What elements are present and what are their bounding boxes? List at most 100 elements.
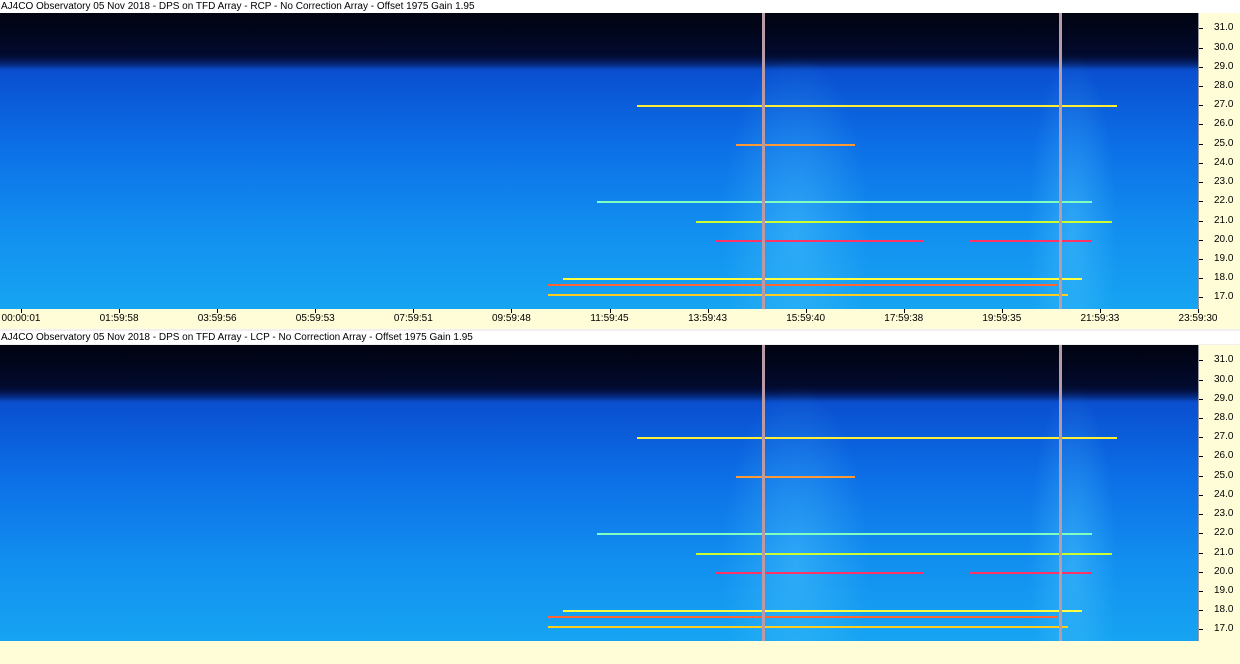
freq-tick-label: 26.0 [1214, 450, 1234, 462]
emission-line [547, 293, 1068, 296]
freq-tick [1199, 629, 1203, 631]
freq-tick [1199, 494, 1203, 496]
freq-tick-label: 25.0 [1214, 469, 1234, 481]
freq-tick [1199, 610, 1203, 612]
freq-tick [1199, 220, 1203, 222]
freq-tick [1199, 514, 1203, 516]
freq-tick-label: 30.0 [1214, 373, 1234, 385]
emission-line [562, 278, 1083, 281]
panel-title-rcp: AJ4CO Observatory 05 Nov 2018 - DPS on T… [0, 0, 1240, 13]
freq-tick-label: 24.0 [1214, 156, 1234, 168]
freq-tick-label: 23.0 [1214, 176, 1234, 188]
freq-tick-label: 27.0 [1214, 99, 1234, 111]
freq-tick-label: 20.0 [1214, 233, 1234, 245]
freq-tick-label: 18.0 [1214, 604, 1234, 616]
time-marker-line [762, 345, 766, 641]
freq-tick [1199, 437, 1203, 439]
spectrogram-lcp [0, 345, 1198, 641]
emission-line [547, 625, 1068, 628]
freq-tick [1199, 66, 1203, 68]
time-tick-label: 13:59:43 [688, 313, 728, 324]
freq-tick [1199, 475, 1203, 477]
time-tick-label: 05:59:53 [295, 313, 335, 324]
freq-tick-label: 19.0 [1214, 253, 1234, 265]
panel-title-lcp: AJ4CO Observatory 05 Nov 2018 - DPS on T… [0, 331, 1240, 344]
freq-tick [1199, 201, 1203, 203]
emission-line [547, 284, 1058, 286]
freq-tick-label: 17.0 [1214, 623, 1234, 635]
emission-line [636, 437, 1118, 440]
freq-tick [1199, 259, 1203, 261]
emission-line [597, 533, 1093, 536]
freq-tick-label: 21.0 [1214, 546, 1234, 558]
freq-tick [1199, 143, 1203, 145]
freq-tick [1199, 239, 1203, 241]
time-marker-line [1059, 13, 1063, 309]
ionosphere-dark-band [0, 345, 1198, 401]
freq-tick [1199, 182, 1203, 184]
time-tick-label: 01:59:58 [99, 313, 139, 324]
time-tick-label: 23:59:30 [1178, 313, 1218, 324]
freq-tick-label: 21.0 [1214, 214, 1234, 226]
spectrogram-rcp [0, 13, 1198, 309]
freq-tick-label: 27.0 [1214, 431, 1234, 443]
freq-tick [1199, 552, 1203, 554]
time-tick-label: 07:59:51 [393, 313, 433, 324]
time-tick-label: 15:59:40 [786, 313, 826, 324]
activity-region [720, 53, 870, 309]
frequency-axis-rcp: 31.0 30.0 29.0 28.0 27.0 26.0 25.0 24.0 23.0 22.0… [1198, 13, 1240, 309]
freq-tick [1199, 105, 1203, 107]
freq-tick-label: 30.0 [1214, 41, 1234, 53]
freq-tick-label: 26.0 [1214, 118, 1234, 130]
time-tick-label: 00:00:01 [1, 313, 41, 324]
freq-tick [1199, 86, 1203, 88]
freq-tick-label: 23.0 [1214, 508, 1234, 520]
freq-tick-label: 22.0 [1214, 195, 1234, 207]
freq-tick [1199, 162, 1203, 164]
time-tick-label: 11:59:45 [590, 313, 629, 324]
emission-line [636, 105, 1118, 108]
freq-tick-label: 31.0 [1214, 354, 1234, 366]
freq-tick-label: 28.0 [1214, 80, 1234, 92]
freq-tick [1199, 418, 1203, 420]
emission-line [716, 571, 924, 574]
time-tick-label: 19:59:35 [982, 313, 1022, 324]
freq-tick-label: 31.0 [1214, 22, 1234, 34]
activity-region [720, 385, 870, 641]
freq-tick [1199, 379, 1203, 381]
freq-tick-label: 29.0 [1214, 60, 1234, 72]
emission-line [735, 143, 855, 146]
ionosphere-dark-band [0, 13, 1198, 69]
freq-tick [1199, 47, 1203, 49]
time-marker-line [1059, 345, 1063, 641]
emission-line [562, 610, 1083, 613]
freq-tick-label: 19.0 [1214, 585, 1234, 597]
freq-tick [1199, 591, 1203, 593]
freq-tick-label: 28.0 [1214, 412, 1234, 424]
freq-tick [1199, 533, 1203, 535]
emission-line [735, 475, 855, 478]
activity-region [1028, 385, 1118, 641]
frequency-axis-lcp: 31.0 30.0 29.0 28.0 27.0 26.0 25.0 24.0 23.0 22.0… [1198, 345, 1240, 641]
activity-region [1028, 53, 1118, 309]
freq-tick-label: 24.0 [1214, 488, 1234, 500]
emission-line [696, 552, 1113, 555]
time-tick-label: 09:59:48 [491, 313, 531, 324]
emission-line [716, 239, 924, 242]
freq-tick [1199, 28, 1203, 30]
freq-tick [1199, 398, 1203, 400]
freq-tick [1199, 571, 1203, 573]
freq-tick-label: 20.0 [1214, 565, 1234, 577]
emission-line [968, 239, 1093, 242]
freq-tick [1199, 278, 1203, 280]
freq-tick-label: 18.0 [1214, 272, 1234, 284]
time-marker-line [762, 13, 766, 309]
time-tick-label: 03:59:56 [197, 313, 237, 324]
time-tick-label: 17:59:38 [884, 313, 924, 324]
emission-line [968, 571, 1093, 574]
emission-line [547, 616, 1058, 618]
freq-tick [1199, 124, 1203, 126]
freq-tick [1199, 360, 1203, 362]
freq-tick-label: 25.0 [1214, 137, 1234, 149]
freq-tick [1199, 297, 1203, 299]
